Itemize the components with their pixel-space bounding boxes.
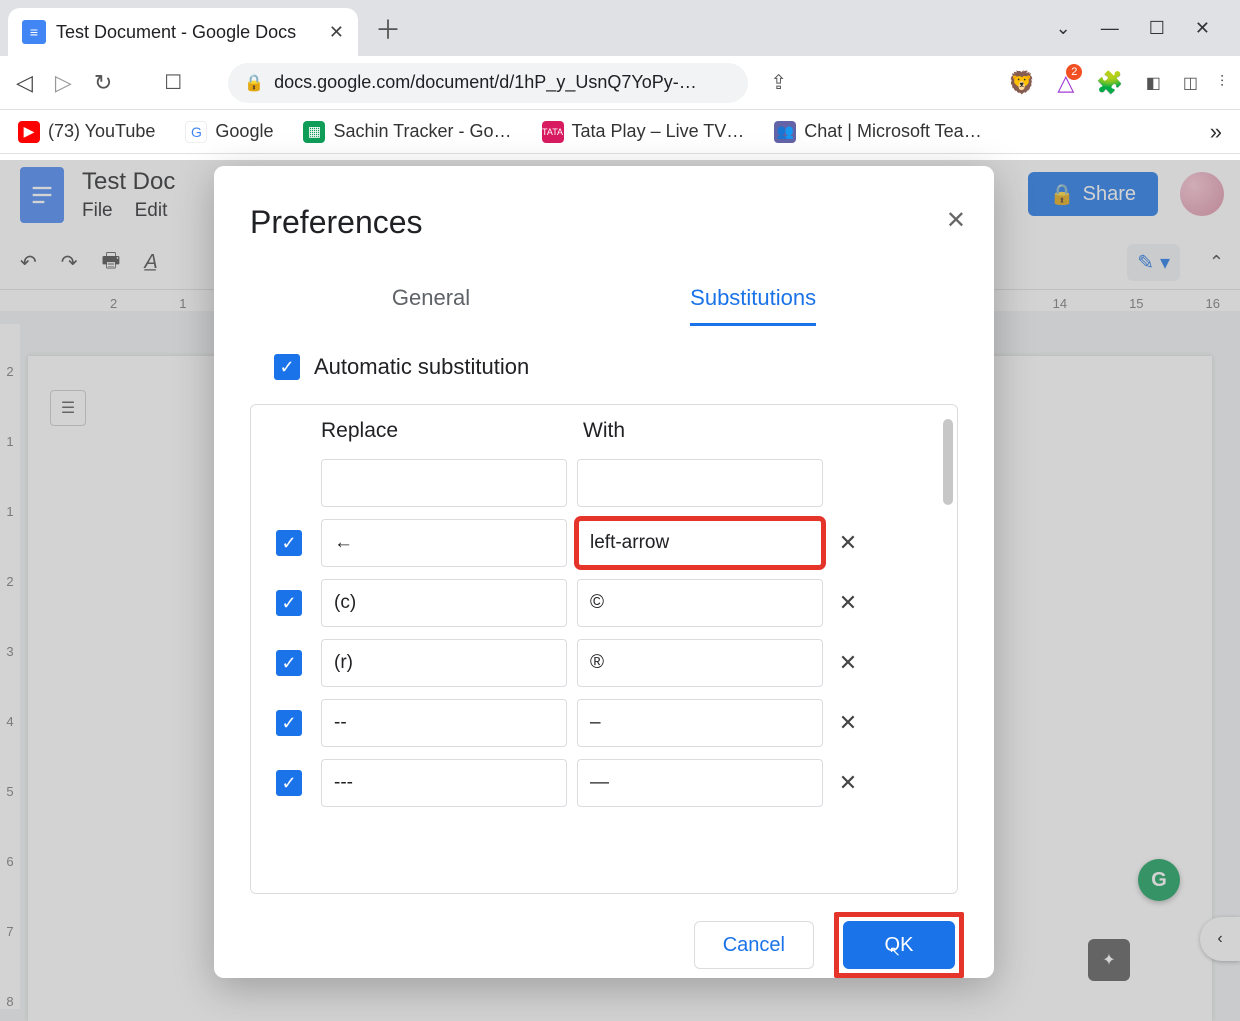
cancel-button[interactable]: Cancel: [694, 921, 814, 969]
dialog-title: Preferences: [214, 204, 994, 241]
url-bar[interactable]: 🔒 docs.google.com/document/d/1hP_y_UsnQ7…: [228, 63, 748, 103]
with-input-new[interactable]: [577, 459, 823, 507]
back-icon[interactable]: ◁: [16, 70, 33, 96]
menu-icon[interactable]: ⫶: [1220, 74, 1224, 92]
delete-row-icon[interactable]: ✕: [833, 710, 863, 736]
tab-general[interactable]: General: [392, 285, 470, 326]
row-checkbox[interactable]: ✓: [276, 770, 302, 796]
window-controls: ⌄ — ☐ ✕: [1056, 0, 1240, 56]
minimize-icon[interactable]: —: [1101, 18, 1119, 39]
tab-substitutions[interactable]: Substitutions: [690, 285, 816, 326]
sidepanel-icon[interactable]: ◧: [1146, 73, 1161, 93]
bookmark-sheets[interactable]: ▦Sachin Tracker - Go…: [303, 121, 511, 143]
new-tab-button[interactable]: ＋: [370, 10, 406, 47]
auto-substitution-checkbox[interactable]: ✓: [274, 354, 300, 380]
replace-input[interactable]: [321, 639, 567, 687]
delete-row-icon[interactable]: ✕: [833, 590, 863, 616]
replace-input[interactable]: [321, 699, 567, 747]
row-checkbox[interactable]: ✓: [276, 710, 302, 736]
lock-icon: 🔒: [244, 73, 264, 93]
row-checkbox[interactable]: ✓: [276, 530, 302, 556]
browser-tab[interactable]: ≡ Test Document - Google Docs ✕: [8, 8, 358, 56]
table-row: ✓ ✕: [267, 513, 941, 573]
wallet-icon[interactable]: ◫: [1183, 73, 1198, 93]
browser-tabstrip: ≡ Test Document - Google Docs ✕ ＋ ⌄ — ☐ …: [0, 0, 1240, 56]
with-input[interactable]: [577, 639, 823, 687]
replace-input-new[interactable]: [321, 459, 567, 507]
row-checkbox[interactable]: ✓: [276, 590, 302, 616]
delete-row-icon[interactable]: ✕: [833, 650, 863, 676]
bookmark-tataplay[interactable]: TATATata Play – Live TV…: [542, 121, 745, 143]
bookmark-teams[interactable]: 👥Chat | Microsoft Tea…: [774, 121, 981, 143]
ok-button[interactable]: OK ↖: [843, 921, 955, 969]
close-window-icon[interactable]: ✕: [1195, 18, 1210, 39]
preferences-dialog: Preferences ✕ General Substitutions ✓ Au…: [214, 166, 994, 978]
url-text: docs.google.com/document/d/1hP_y_UsnQ7Yo…: [274, 72, 697, 93]
with-input-highlighted[interactable]: [577, 519, 823, 567]
docs-favicon: ≡: [22, 20, 46, 44]
with-input[interactable]: [577, 759, 823, 807]
scrollbar-thumb[interactable]: [943, 419, 953, 505]
brave-rewards-icon[interactable]: △: [1057, 70, 1074, 96]
extensions-icon[interactable]: 🧩: [1096, 70, 1123, 96]
reload-icon[interactable]: ↻: [94, 70, 112, 96]
table-row: ✓ ✕: [267, 693, 941, 753]
share-url-icon[interactable]: ⇪: [770, 70, 787, 95]
dialog-tabs: General Substitutions: [214, 285, 994, 326]
replace-input[interactable]: [321, 579, 567, 627]
table-row: ✓ ✕: [267, 633, 941, 693]
dialog-footer: Cancel OK ↖: [214, 894, 994, 978]
table-row-new: ✓ ✕: [267, 453, 941, 513]
browser-toolbar: ◁ ▷ ↻ ☐ 🔒 docs.google.com/document/d/1hP…: [0, 56, 1240, 110]
column-header-with: With: [583, 419, 625, 443]
ok-button-highlight: OK ↖: [834, 912, 964, 978]
forward-icon[interactable]: ▷: [55, 70, 72, 96]
close-tab-icon[interactable]: ✕: [329, 22, 344, 43]
bookmark-google[interactable]: GGoogle: [185, 121, 273, 143]
bookmarks-overflow-icon[interactable]: »: [1210, 119, 1222, 145]
auto-substitution-label: Automatic substitution: [314, 354, 529, 380]
delete-row-icon[interactable]: ✕: [833, 770, 863, 796]
delete-row-icon[interactable]: ✕: [833, 530, 863, 556]
row-checkbox[interactable]: ✓: [276, 650, 302, 676]
replace-input[interactable]: [321, 759, 567, 807]
substitutions-table: Replace With ✓ ✕ ✓ ✕ ✓ ✕ ✓ ✕: [250, 404, 958, 894]
brave-shield-icon[interactable]: 🦁: [1008, 70, 1035, 96]
with-input[interactable]: [577, 579, 823, 627]
table-row: ✓ ✕: [267, 573, 941, 633]
bookmark-youtube[interactable]: ▶(73) YouTube: [18, 121, 155, 143]
with-input[interactable]: [577, 699, 823, 747]
replace-input[interactable]: [321, 519, 567, 567]
tab-title: Test Document - Google Docs: [56, 22, 319, 43]
close-icon[interactable]: ✕: [946, 206, 966, 235]
bookmarks-bar: ▶(73) YouTube GGoogle ▦Sachin Tracker - …: [0, 110, 1240, 154]
maximize-icon[interactable]: ☐: [1149, 18, 1165, 39]
column-header-replace: Replace: [321, 419, 573, 443]
table-row: ✓ ✕: [267, 753, 941, 813]
bookmark-icon[interactable]: ☐: [164, 70, 182, 95]
chevron-down-icon[interactable]: ⌄: [1056, 18, 1071, 39]
